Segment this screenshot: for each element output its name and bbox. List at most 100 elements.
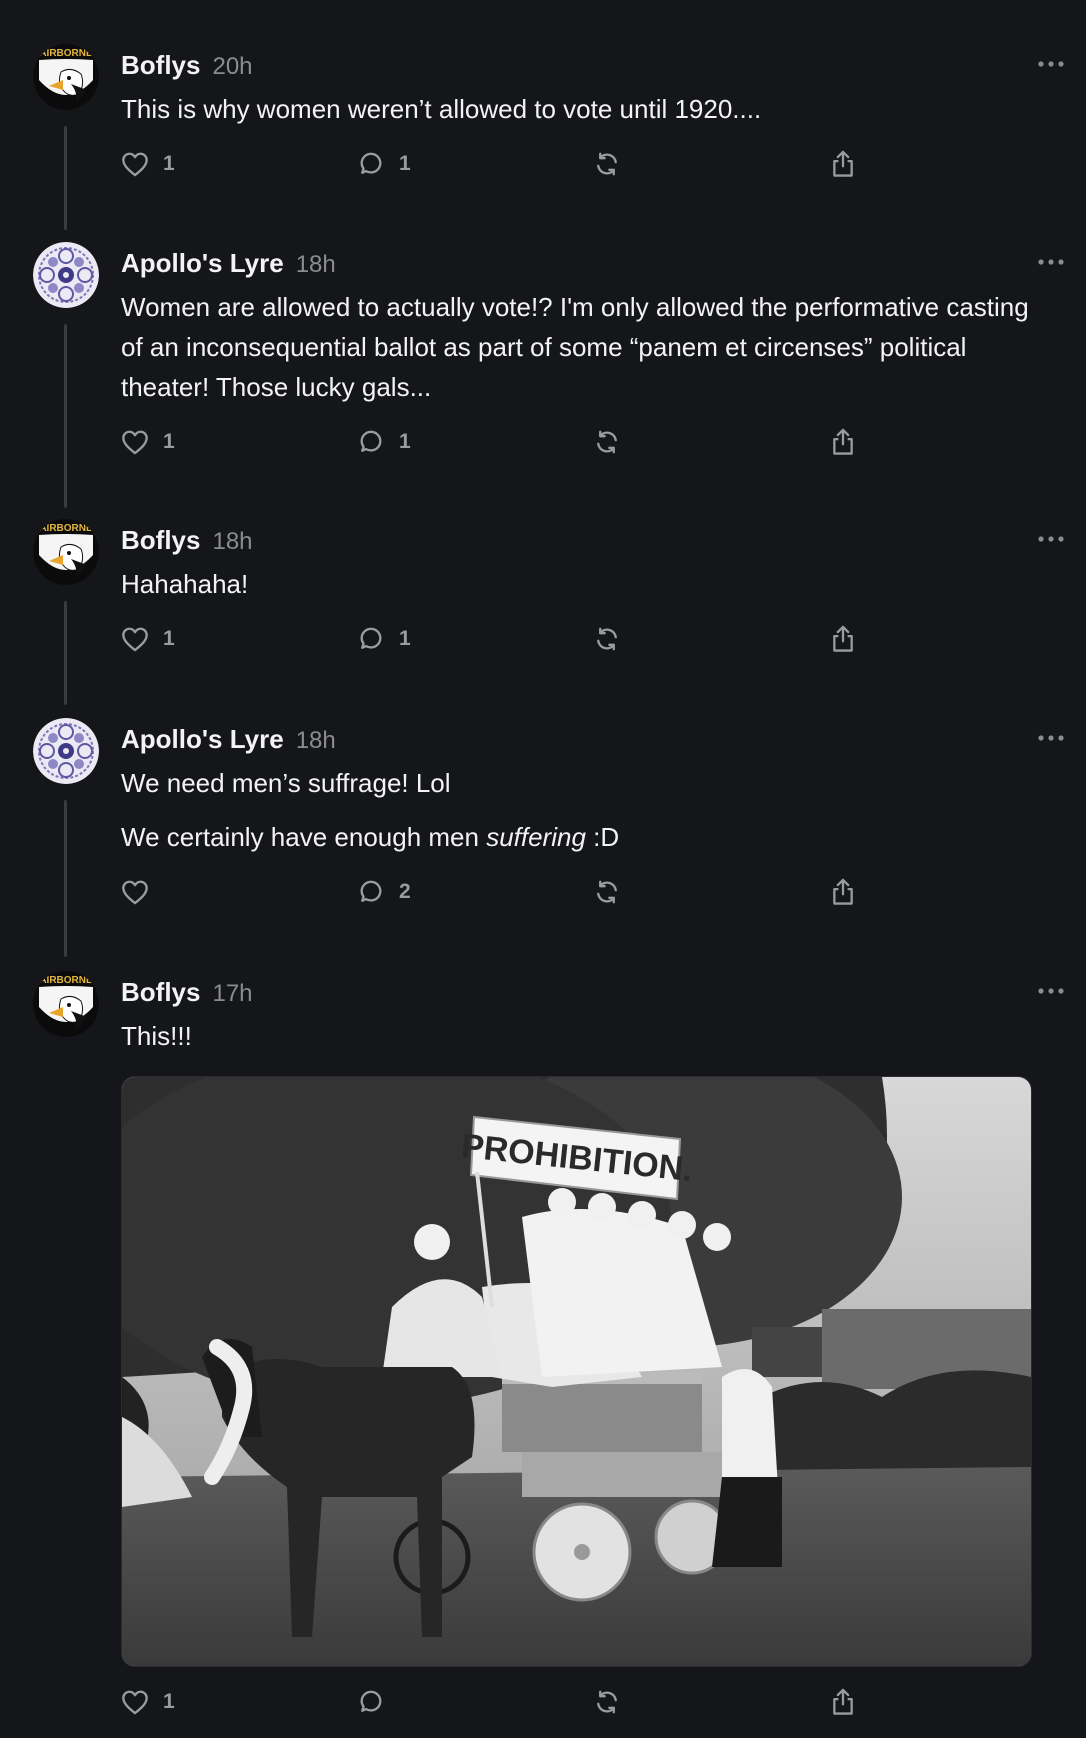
like-button[interactable]: 1 [121,622,175,656]
repost-button[interactable] [593,1685,621,1719]
repost-icon [597,430,617,454]
like-count: 1 [163,1690,175,1713]
repost-button[interactable] [593,875,621,909]
svg-text:AIRBORNE: AIRBORNE [39,523,93,534]
post-header: Boflys 17h [121,977,253,1009]
share-button[interactable] [829,147,857,181]
reply-count: 1 [399,430,411,453]
repost-button[interactable] [593,425,621,459]
reply-count: 1 [399,627,411,650]
like-count: 1 [163,627,175,650]
comment-icon [360,880,382,902]
post-header: Apollo's Lyre 18h [121,248,336,280]
post-text-emphasis: suffering [486,822,586,852]
post-time[interactable]: 18h [296,727,336,755]
avatar[interactable] [33,242,99,308]
post-body: We need men’s suffrage! Lol We certainly… [121,763,1041,857]
thread-line [64,324,67,508]
post-text: Women are allowed to actually vote!? I'm… [121,292,1029,402]
post-actions: 1 [121,1685,1021,1719]
like-button[interactable] [121,875,163,909]
share-icon [833,1688,853,1715]
airborne-eagle-avatar-icon: AIRBORNE [33,971,99,1037]
comment-icon [360,152,382,174]
post-text: We need men’s suffrage! Lol [121,768,451,798]
share-button[interactable] [829,622,857,656]
post-body: This is why women weren’t allowed to vot… [121,89,1041,129]
post-text: Hahahaha! [121,569,249,599]
comment-icon [360,1690,382,1712]
post-text: This!!! [121,1021,192,1051]
post-actions: 1 1 [121,147,1021,181]
share-icon [833,878,853,905]
reply-button[interactable] [357,1685,399,1719]
like-count: 1 [163,430,175,453]
post-image[interactable]: PROHIBITION. [121,1076,1032,1667]
like-button[interactable]: 1 [121,147,175,181]
more-dots-icon[interactable] [1036,256,1066,268]
post-header: Boflys 18h [121,525,253,557]
mandala-avatar-icon [33,242,99,308]
post-body: Women are allowed to actually vote!? I'm… [121,287,1041,407]
heart-icon [122,152,148,177]
post-time[interactable]: 20h [212,53,252,81]
share-button[interactable] [829,875,857,909]
heart-icon [122,430,148,455]
post-time[interactable]: 17h [212,980,252,1008]
like-button[interactable]: 1 [121,425,175,459]
post-text-segment: We certainly have enough men [121,822,487,852]
author-name[interactable]: Apollo's Lyre [121,248,284,279]
post-actions: 1 1 [121,622,1021,656]
post-header: Boflys 20h [121,50,253,82]
post-header: Apollo's Lyre 18h [121,724,336,756]
avatar[interactable]: AIRBORNE [33,519,99,585]
post-time[interactable]: 18h [296,251,336,279]
repost-button[interactable] [593,147,621,181]
reply-button[interactable]: 1 [357,147,411,181]
reply-count: 2 [399,880,411,903]
author-name[interactable]: Boflys [121,977,200,1008]
repost-button[interactable] [593,622,621,656]
more-dots-icon[interactable] [1036,533,1066,545]
share-button[interactable] [829,425,857,459]
post-time[interactable]: 18h [212,528,252,556]
post-actions: 1 1 [121,425,1021,459]
reply-button[interactable]: 1 [357,425,411,459]
like-button[interactable]: 1 [121,1685,175,1719]
heart-icon [122,627,148,652]
post-actions: 2 [121,875,1021,909]
avatar[interactable]: AIRBORNE [33,971,99,1037]
more-dots-icon[interactable] [1036,58,1066,70]
post-text-segment: :D [585,822,620,852]
post-text: This is why women weren’t allowed to vot… [121,94,762,124]
post-body: Hahahaha! [121,564,1041,604]
thread-line [64,800,67,957]
share-icon [833,150,853,177]
comment-icon [360,430,382,452]
svg-text:AIRBORNE: AIRBORNE [39,975,93,986]
more-dots-icon[interactable] [1036,732,1066,744]
thread-line [64,126,67,230]
airborne-eagle-avatar-icon: AIRBORNE [33,519,99,585]
thread-line [64,601,67,705]
like-count: 1 [163,152,175,175]
repost-icon [597,627,617,651]
reply-button[interactable]: 2 [357,875,411,909]
share-icon [833,428,853,455]
author-name[interactable]: Apollo's Lyre [121,724,284,755]
post-body: This!!! [121,1016,1041,1056]
comment-icon [360,627,382,649]
heart-icon [122,1690,148,1715]
repost-icon [597,1690,617,1714]
avatar[interactable] [33,718,99,784]
reply-button[interactable]: 1 [357,622,411,656]
more-dots-icon[interactable] [1036,985,1066,997]
airborne-eagle-avatar-icon: AIRBORNE [33,44,99,110]
avatar[interactable]: AIRBORNE [33,44,99,110]
repost-icon [597,152,617,176]
author-name[interactable]: Boflys [121,50,200,81]
author-name[interactable]: Boflys [121,525,200,556]
mandala-avatar-icon [33,718,99,784]
heart-icon [122,880,148,905]
share-button[interactable] [829,1685,857,1719]
